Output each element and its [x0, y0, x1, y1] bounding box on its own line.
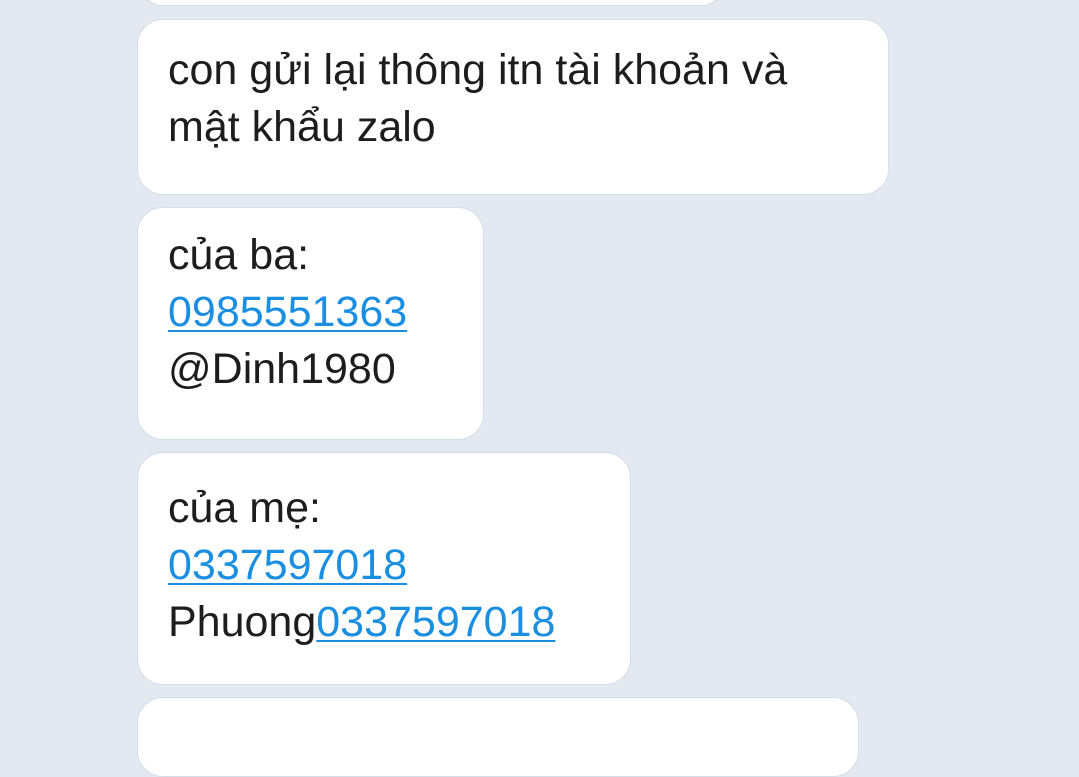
message-bubble-mother[interactable]: của mẹ: 0337597018 Phuong0337597018	[137, 452, 631, 685]
message-bubble-father[interactable]: của ba: 0985551363 @Dinh1980	[137, 207, 484, 440]
password-text: Phuong	[168, 598, 317, 646]
message-text-line: mật khẩu zalo	[168, 103, 436, 151]
chat-conversation[interactable]: con gửi lại thông itn tài khoản và mật k…	[0, 0, 1079, 777]
phone-number-link[interactable]: 0337597018	[168, 541, 407, 589]
password-text: @Dinh1980	[168, 345, 396, 393]
message-bubble-next[interactable]	[137, 697, 859, 777]
message-bubble-previous[interactable]	[140, 0, 724, 6]
message-label: của mẹ:	[168, 484, 321, 532]
phone-number-link[interactable]: 0985551363	[168, 288, 407, 336]
message-label: của ba:	[168, 231, 310, 279]
phone-number-link[interactable]: 0337597018	[316, 598, 555, 646]
message-text-line: con gửi lại thông itn tài khoản và	[168, 46, 788, 94]
message-bubble-account-info[interactable]: con gửi lại thông itn tài khoản và mật k…	[137, 19, 889, 195]
